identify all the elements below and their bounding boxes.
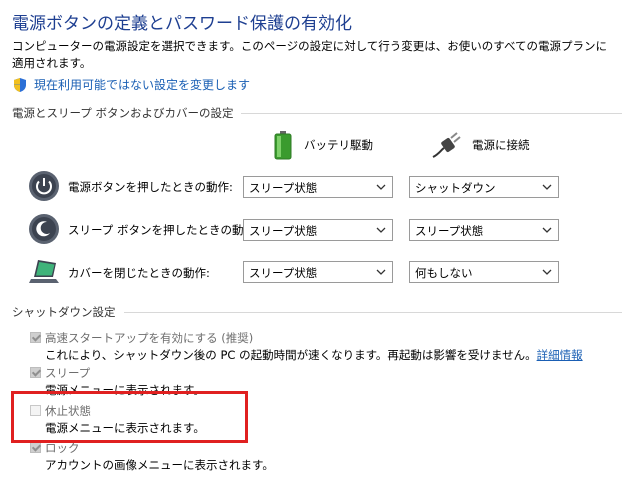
column-battery-label: バッテリ駆動: [304, 138, 373, 152]
power-button-label: 電源ボタンを押したときの動作:: [68, 180, 233, 194]
lid-close-plugged-select[interactable]: 何もしない: [409, 261, 559, 283]
fast-startup-desc: これにより、シャットダウン後の PC の起動時間が速くなります。再起動は影響を受…: [45, 347, 583, 363]
shutdown-section-heading: シャットダウン設定: [12, 304, 622, 320]
section-divider: [123, 311, 622, 313]
hibernate-option-label: 休止状態: [45, 404, 91, 418]
plug-icon: [432, 132, 461, 158]
sleep-checkbox[interactable]: [30, 367, 41, 378]
power-button-plugged-select[interactable]: シャットダウン: [409, 176, 559, 198]
lock-option-label: ロック: [45, 441, 80, 455]
chevron-down-icon: [376, 269, 386, 275]
sleep-button-battery-select[interactable]: スリープ状態: [243, 219, 393, 241]
page-title: 電源ボタンの定義とパスワード保護の有効化: [12, 14, 352, 34]
chevron-down-icon: [376, 227, 386, 233]
lock-option-desc: アカウントの画像メニューに表示されます。: [45, 458, 274, 472]
sleep-button-plugged-select[interactable]: スリープ状態: [409, 219, 559, 241]
hibernate-option-desc: 電源メニューに表示されます。: [45, 421, 205, 435]
lock-checkbox[interactable]: [30, 442, 41, 453]
lid-close-label: カバーを閉じたときの動作:: [68, 266, 210, 280]
fast-startup-desc-text: これにより、シャットダウン後の PC の起動時間が速くなります。再起動は影響を受…: [45, 348, 537, 362]
change-settings-link-label[interactable]: 現在利用可能ではない設定を変更します: [34, 76, 250, 93]
column-plugged: 電源に接続: [430, 130, 530, 160]
sleep-button-label: スリープ ボタンを押したときの動作:: [68, 223, 259, 237]
sleep-button-icon: [29, 214, 59, 244]
select-value: スリープ状態: [249, 266, 318, 280]
chevron-down-icon: [542, 269, 552, 275]
power-button-battery-select[interactable]: スリープ状態: [243, 176, 393, 198]
learn-more-link[interactable]: 詳細情報: [537, 348, 583, 362]
column-battery: バッテリ駆動: [272, 130, 373, 160]
uac-shield-icon: [14, 77, 26, 92]
shutdown-section-heading-label: シャットダウン設定: [12, 305, 116, 319]
power-section-heading: 電源とスリープ ボタンおよびカバーの設定: [12, 105, 622, 121]
section-divider: [241, 112, 622, 114]
chevron-down-icon: [542, 227, 552, 233]
select-value: スリープ状態: [249, 224, 318, 238]
fast-startup-label: 高速スタートアップを有効にする (推奨): [45, 331, 254, 345]
fast-startup-checkbox[interactable]: [30, 332, 41, 343]
column-plugged-label: 電源に接続: [472, 138, 530, 152]
change-settings-link[interactable]: 現在利用可能ではない設定を変更します: [12, 76, 250, 93]
laptop-lid-icon: [29, 260, 59, 283]
sleep-option-label: スリープ: [45, 366, 91, 380]
chevron-down-icon: [542, 184, 552, 190]
page-description: コンピューターの電源設定を選択できます。このページの設定に対して行う変更は、お使…: [12, 39, 608, 70]
select-value: スリープ状態: [415, 224, 484, 238]
power-button-icon: [29, 171, 59, 201]
select-value: シャットダウン: [415, 181, 496, 195]
select-value: 何もしない: [415, 266, 473, 280]
select-value: スリープ状態: [249, 181, 318, 195]
sleep-option-desc: 電源メニューに表示されます。: [45, 383, 205, 397]
hibernate-checkbox[interactable]: [30, 405, 41, 416]
power-section-heading-label: 電源とスリープ ボタンおよびカバーの設定: [12, 106, 234, 120]
battery-icon: [274, 131, 292, 160]
lid-close-battery-select[interactable]: スリープ状態: [243, 261, 393, 283]
chevron-down-icon: [376, 184, 386, 190]
